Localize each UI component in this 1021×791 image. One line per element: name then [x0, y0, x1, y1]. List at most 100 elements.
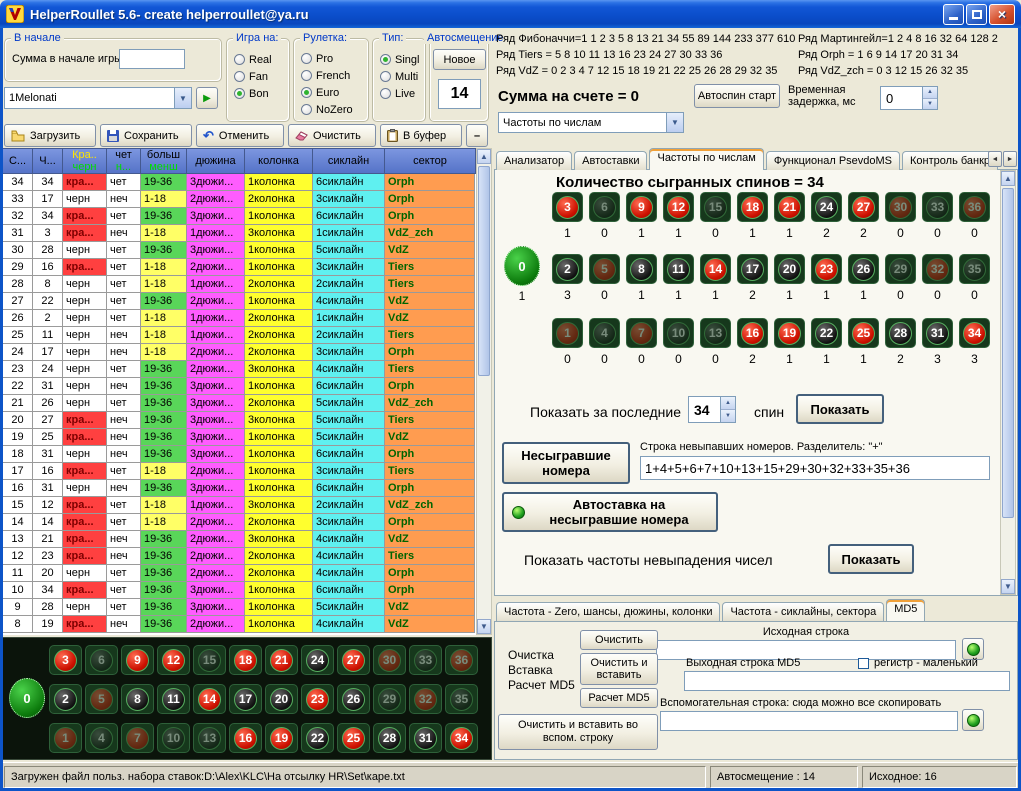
scroll-thumb[interactable]: [1002, 188, 1014, 518]
scroll-up-icon[interactable]: ▲: [477, 149, 491, 164]
number-27[interactable]: 27: [337, 645, 370, 675]
main-tab[interactable]: Анализатор: [496, 151, 572, 170]
number-7[interactable]: 7: [121, 723, 154, 753]
number-15[interactable]: 15: [700, 192, 731, 222]
aux-led-button[interactable]: [962, 709, 984, 731]
scroll-down-icon[interactable]: ▼: [477, 619, 491, 634]
number-17[interactable]: 17: [229, 684, 262, 714]
table-row[interactable]: 3234кра...чет19-363дюжи...1колонка6сикла…: [3, 208, 476, 225]
table-row[interactable]: 2126чернчет19-363дюжи...2колонка5сиклайн…: [3, 395, 476, 412]
number-3[interactable]: 3: [49, 645, 82, 675]
table-row[interactable]: 2511черннеч1-181дюжи...2колонка2сиклайнT…: [3, 327, 476, 344]
spin-up-icon[interactable]: ▲: [721, 397, 735, 410]
last-spins-spinner[interactable]: 34 ▲▼: [688, 396, 736, 423]
number-22[interactable]: 22: [301, 723, 334, 753]
minus-button[interactable]: –: [466, 124, 488, 147]
number-10[interactable]: 10: [157, 723, 190, 753]
minimize-button[interactable]: [943, 4, 964, 25]
number-4[interactable]: 4: [589, 318, 620, 348]
number-36[interactable]: 36: [959, 192, 990, 222]
number-26[interactable]: 26: [848, 254, 879, 284]
number-32[interactable]: 32: [922, 254, 953, 284]
number-8[interactable]: 8: [121, 684, 154, 714]
number-16[interactable]: 16: [229, 723, 262, 753]
bottom-tab[interactable]: Частота - сиклайны, сектора: [722, 602, 884, 621]
number-21[interactable]: 21: [774, 192, 805, 222]
table-row[interactable]: 2231черннеч19-363дюжи...1колонка6сиклайн…: [3, 378, 476, 395]
number-11[interactable]: 11: [663, 254, 694, 284]
number-14[interactable]: 14: [700, 254, 731, 284]
number-11[interactable]: 11: [157, 684, 190, 714]
spin-up-icon[interactable]: ▲: [923, 87, 937, 99]
new-shift-button[interactable]: Новое: [433, 49, 486, 70]
table-row[interactable]: 2027кра...неч19-363дюжи...3колонка5сикла…: [3, 412, 476, 429]
number-32[interactable]: 32: [409, 684, 442, 714]
radio-bon[interactable]: Bon: [227, 85, 289, 102]
number-29[interactable]: 29: [373, 684, 406, 714]
number-25[interactable]: 25: [848, 318, 879, 348]
number-4[interactable]: 4: [85, 723, 118, 753]
register-checkbox[interactable]: [858, 658, 869, 669]
number-10[interactable]: 10: [663, 318, 694, 348]
missed-numbers-button[interactable]: Несыгравшие номера: [502, 442, 630, 484]
number-6[interactable]: 6: [85, 645, 118, 675]
table-row[interactable]: 1512кра...чет1-181дюжи...3колонка2сиклай…: [3, 497, 476, 514]
radio-live[interactable]: Live: [373, 85, 425, 102]
number-24[interactable]: 24: [811, 192, 842, 222]
save-button[interactable]: Сохранить: [100, 124, 192, 147]
spin-down-icon[interactable]: ▼: [923, 99, 937, 110]
table-row[interactable]: 262чернчет1-181дюжи...2колонка1сиклайнVd…: [3, 310, 476, 327]
number-22[interactable]: 22: [811, 318, 842, 348]
load-button[interactable]: Загрузить: [4, 124, 96, 147]
table-scrollbar[interactable]: ▲ ▼: [476, 148, 492, 635]
number-0[interactable]: 0: [504, 246, 540, 286]
number-12[interactable]: 12: [157, 645, 190, 675]
main-tab[interactable]: Частоты по числам: [649, 148, 763, 170]
number-18[interactable]: 18: [737, 192, 768, 222]
pane-scrollbar[interactable]: ▲ ▼: [1000, 170, 1016, 595]
undo-button[interactable]: ↶ Отменить: [196, 124, 284, 147]
table-row[interactable]: 2417черннеч1-182дюжи...2колонка3сиклайнO…: [3, 344, 476, 361]
radio-nozero[interactable]: NoZero: [294, 101, 368, 118]
table-row[interactable]: 3434кра...чет19-363дюжи...1колонка6сикла…: [3, 174, 476, 191]
show-last-button[interactable]: Показать: [796, 394, 884, 424]
output-string-input[interactable]: [684, 671, 1010, 691]
spin-down-icon[interactable]: ▼: [721, 410, 735, 422]
number-20[interactable]: 20: [774, 254, 805, 284]
table-row[interactable]: 3317черннеч1-182дюжи...2колонка3сиклайнO…: [3, 191, 476, 208]
clear-paste-aux-button[interactable]: Очистить и вставить во вспом. строку: [498, 714, 658, 750]
number-24[interactable]: 24: [301, 645, 334, 675]
table-row[interactable]: 1716кра...чет1-182дюжи...1колонка3сиклай…: [3, 463, 476, 480]
number-31[interactable]: 31: [409, 723, 442, 753]
mode-combobox[interactable]: Частоты по числам ▼: [498, 112, 684, 133]
table-row[interactable]: 2722чернчет19-362дюжи...1колонка4сиклайн…: [3, 293, 476, 310]
bottom-tab[interactable]: Частота - Zero, шансы, дюжины, колонки: [496, 602, 720, 621]
number-20[interactable]: 20: [265, 684, 298, 714]
number-28[interactable]: 28: [885, 318, 916, 348]
table-row[interactable]: 1223кра...неч19-362дюжи...2колонка4сикла…: [3, 548, 476, 565]
number-35[interactable]: 35: [445, 684, 478, 714]
number-35[interactable]: 35: [959, 254, 990, 284]
main-tab[interactable]: Автоставки: [574, 151, 647, 170]
number-36[interactable]: 36: [445, 645, 478, 675]
start-sum-input[interactable]: [119, 49, 185, 69]
table-row[interactable]: 1321кра...неч19-362дюжи...3колонка4сикла…: [3, 531, 476, 548]
aux-string-input[interactable]: [660, 711, 958, 731]
radio-euro[interactable]: Euro: [294, 84, 368, 101]
number-5[interactable]: 5: [85, 684, 118, 714]
number-0[interactable]: 0: [9, 678, 45, 718]
radio-french[interactable]: French: [294, 67, 368, 84]
number-6[interactable]: 6: [589, 192, 620, 222]
number-21[interactable]: 21: [265, 645, 298, 675]
copy-buffer-button[interactable]: В буфер: [380, 124, 462, 147]
dropdown-icon[interactable]: ▼: [666, 113, 683, 132]
table-row[interactable]: 3028чернчет19-363дюжи...1колонка5сиклайн…: [3, 242, 476, 259]
number-9[interactable]: 9: [626, 192, 657, 222]
number-7[interactable]: 7: [626, 318, 657, 348]
number-12[interactable]: 12: [663, 192, 694, 222]
main-tab[interactable]: Функционал PsevdoMS: [766, 151, 900, 170]
number-18[interactable]: 18: [229, 645, 262, 675]
scroll-up-icon[interactable]: ▲: [1001, 171, 1015, 186]
number-23[interactable]: 23: [811, 254, 842, 284]
number-1[interactable]: 1: [49, 723, 82, 753]
